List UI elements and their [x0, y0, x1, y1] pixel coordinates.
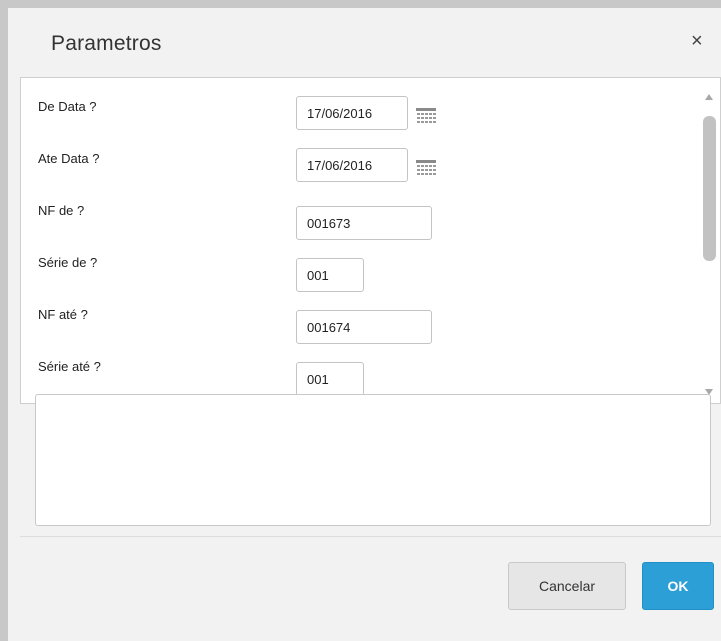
message-area	[35, 394, 711, 526]
param-label-nf-de: NF de ?	[38, 203, 85, 218]
ok-button[interactable]: OK	[642, 562, 714, 610]
parameters-panel: De Data ? Ate Data ? NF de ? Série de ? …	[20, 77, 721, 404]
parametros-dialog: Parametros × De Data ? Ate Data ? NF de …	[8, 8, 721, 641]
footer-divider	[20, 536, 721, 537]
nf-ate-input[interactable]	[296, 310, 432, 344]
param-label-ate-data: Ate Data ?	[38, 151, 100, 166]
close-icon[interactable]: ×	[691, 31, 703, 51]
dialog-title: Parametros	[51, 32, 162, 55]
calendar-icon[interactable]	[416, 108, 436, 125]
serie-de-input[interactable]	[296, 258, 364, 292]
dialog-header: Parametros ×	[8, 8, 721, 81]
cancel-button[interactable]: Cancelar	[508, 562, 626, 610]
calendar-icon[interactable]	[416, 160, 436, 177]
scrollbar-thumb[interactable]	[703, 116, 716, 261]
de-data-input[interactable]	[296, 96, 408, 130]
serie-ate-input[interactable]	[296, 362, 364, 396]
param-label-de-data: De Data ?	[38, 99, 97, 114]
param-label-nf-ate: NF até ?	[38, 307, 88, 322]
scroll-up-arrow-icon[interactable]	[703, 92, 715, 102]
param-label-serie-de: Série de ?	[38, 255, 98, 270]
param-label-serie-ate: Série até ?	[38, 359, 101, 374]
ate-data-input[interactable]	[296, 148, 408, 182]
nf-de-input[interactable]	[296, 206, 432, 240]
